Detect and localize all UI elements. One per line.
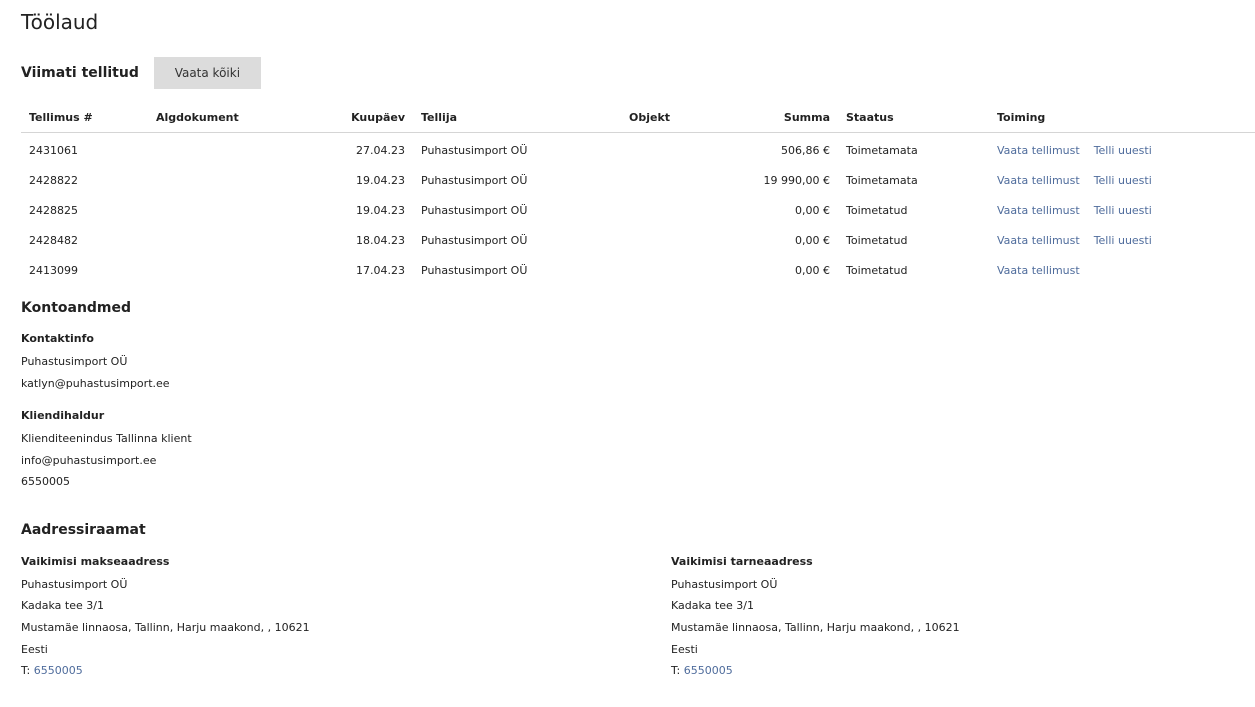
order-sum: 0,00 € <box>795 233 830 247</box>
order-number: 2428825 <box>29 203 78 217</box>
order-sum: 0,00 € <box>795 263 830 277</box>
reorder-link[interactable]: Telli uuesti <box>1094 174 1152 187</box>
recent-orders-header: Viimati tellitud Vaata kõiki <box>21 57 261 89</box>
order-date: 19.04.23 <box>356 173 405 187</box>
address-book-title: Aadressiraamat <box>21 522 146 538</box>
source-document <box>148 133 316 166</box>
order-actions: Vaata tellimust Telli uuesti <box>989 133 1255 166</box>
table-header-row: Tellimus # Algdokument Kuupäev Tellija O… <box>21 103 1255 133</box>
source-document <box>148 165 316 195</box>
billing-address-title: Vaikimisi makseaadress <box>21 555 170 568</box>
shipping-name: Puhastusimport OÜ <box>671 578 778 591</box>
view-all-button[interactable]: Vaata kõiki <box>153 57 261 89</box>
recent-orders-title: Viimati tellitud <box>21 65 139 81</box>
order-object <box>621 195 721 225</box>
manager-email: info@puhastusimport.ee <box>21 454 157 467</box>
order-date: 19.04.23 <box>356 203 405 217</box>
view-order-link[interactable]: Vaata tellimust <box>997 144 1080 157</box>
col-object[interactable]: Objekt <box>621 103 721 133</box>
manager-phone: 6550005 <box>21 475 70 488</box>
recent-orders-table: Tellimus # Algdokument Kuupäev Tellija O… <box>21 103 1255 285</box>
order-date: 18.04.23 <box>356 233 405 247</box>
order-number: 2413099 <box>29 263 78 277</box>
order-status: Toimetamata <box>846 173 918 187</box>
table-row: 2428482 18.04.23 Puhastusimport OÜ 0,00 … <box>21 225 1255 255</box>
billing-region: Mustamäe linnaosa, Tallinn, Harju maakon… <box>21 621 310 634</box>
order-status: Toimetatud <box>846 203 908 217</box>
shipping-street: Kadaka tee 3/1 <box>671 599 754 612</box>
billing-phone: T: 6550005 <box>21 664 83 677</box>
order-number: 2428822 <box>29 173 78 187</box>
billing-country: Eesti <box>21 643 48 656</box>
col-date[interactable]: Kuupäev <box>316 103 413 133</box>
reorder-link[interactable]: Telli uuesti <box>1094 144 1152 157</box>
shipping-region: Mustamäe linnaosa, Tallinn, Harju maakon… <box>671 621 960 634</box>
source-document <box>148 255 316 285</box>
order-date: 27.04.23 <box>356 143 405 157</box>
order-actions: Vaata tellimust Telli uuesti <box>989 165 1255 195</box>
billing-phone-link[interactable]: 6550005 <box>34 664 83 677</box>
order-actions: Vaata tellimust Telli uuesti <box>989 225 1255 255</box>
billing-street: Kadaka tee 3/1 <box>21 599 104 612</box>
source-document <box>148 225 316 255</box>
col-action: Toiming <box>989 103 1255 133</box>
view-order-link[interactable]: Vaata tellimust <box>997 234 1080 247</box>
account-title: Kontoandmed <box>21 300 132 316</box>
order-object <box>621 165 721 195</box>
manager-name: Klienditeenindus Tallinna klient <box>21 432 192 445</box>
reorder-link[interactable]: Telli uuesti <box>1094 204 1152 217</box>
order-actions: Vaata tellimust <box>989 255 1255 285</box>
order-sum: 506,86 € <box>781 143 830 157</box>
page-title: Töölaud <box>21 10 99 34</box>
table-row: 2431061 27.04.23 Puhastusimport OÜ 506,8… <box>21 133 1255 166</box>
order-status: Toimetatud <box>846 263 908 277</box>
col-source-document[interactable]: Algdokument <box>148 103 316 133</box>
order-status: Toimetamata <box>846 143 918 157</box>
shipping-phone: T: 6550005 <box>671 664 733 677</box>
order-sum: 19 990,00 € <box>763 173 830 187</box>
view-order-link[interactable]: Vaata tellimust <box>997 204 1080 217</box>
contact-info-title: Kontaktinfo <box>21 332 94 345</box>
phone-prefix: T: <box>671 664 684 677</box>
order-number: 2428482 <box>29 233 78 247</box>
phone-prefix: T: <box>21 664 34 677</box>
billing-name: Puhastusimport OÜ <box>21 578 128 591</box>
view-order-link[interactable]: Vaata tellimust <box>997 174 1080 187</box>
order-date: 17.04.23 <box>356 263 405 277</box>
order-object <box>621 133 721 166</box>
order-sum: 0,00 € <box>795 203 830 217</box>
order-customer: Puhastusimport OÜ <box>421 143 528 157</box>
contact-email: katlyn@puhastusimport.ee <box>21 377 170 390</box>
order-actions: Vaata tellimust Telli uuesti <box>989 195 1255 225</box>
view-order-link[interactable]: Vaata tellimust <box>997 264 1080 277</box>
col-sum[interactable]: Summa <box>721 103 838 133</box>
order-customer: Puhastusimport OÜ <box>421 203 528 217</box>
source-document <box>148 195 316 225</box>
shipping-country: Eesti <box>671 643 698 656</box>
order-number: 2431061 <box>29 143 78 157</box>
order-status: Toimetatud <box>846 233 908 247</box>
reorder-link[interactable]: Telli uuesti <box>1094 234 1152 247</box>
col-status[interactable]: Staatus <box>838 103 989 133</box>
order-customer: Puhastusimport OÜ <box>421 233 528 247</box>
order-customer: Puhastusimport OÜ <box>421 263 528 277</box>
col-customer[interactable]: Tellija <box>413 103 621 133</box>
contact-name: Puhastusimport OÜ <box>21 355 128 368</box>
col-order-number[interactable]: Tellimus # <box>21 103 148 133</box>
table-row: 2428825 19.04.23 Puhastusimport OÜ 0,00 … <box>21 195 1255 225</box>
table-row: 2428822 19.04.23 Puhastusimport OÜ 19 99… <box>21 165 1255 195</box>
order-object <box>621 255 721 285</box>
shipping-address-title: Vaikimisi tarneaadress <box>671 555 813 568</box>
table-row: 2413099 17.04.23 Puhastusimport OÜ 0,00 … <box>21 255 1255 285</box>
order-customer: Puhastusimport OÜ <box>421 173 528 187</box>
account-manager-title: Kliendihaldur <box>21 409 105 422</box>
shipping-phone-link[interactable]: 6550005 <box>684 664 733 677</box>
order-object <box>621 225 721 255</box>
